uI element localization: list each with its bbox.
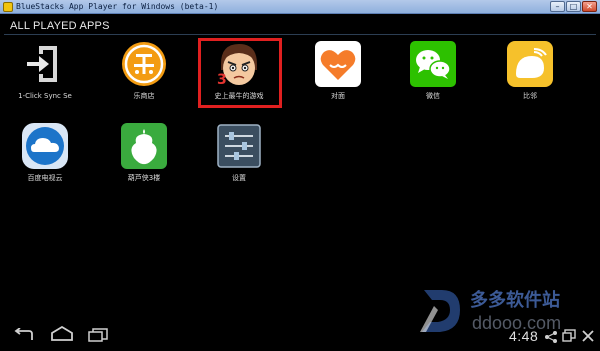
selection-highlight — [198, 38, 282, 108]
minimize-button[interactable]: – — [550, 1, 565, 12]
home-icon[interactable] — [50, 325, 74, 346]
sync-arrow-icon — [21, 40, 69, 88]
maximize-button[interactable]: □ — [566, 1, 581, 12]
app-label: 乐商店 — [133, 92, 155, 100]
app-huluxia[interactable]: 葫芦侠3楼 — [101, 122, 187, 183]
app-baidu-tv-cloud[interactable]: 百度电视云 — [2, 122, 88, 183]
app-settings[interactable]: 设置 — [196, 122, 282, 183]
heart-chat-icon — [314, 40, 362, 88]
app-1click-sync[interactable]: 1-Click Sync Se — [2, 40, 88, 101]
app-label: 设置 — [232, 174, 246, 182]
wechat-icon — [409, 40, 457, 88]
bilin-icon — [506, 40, 554, 88]
navigation-bar: 4:48 — [0, 317, 600, 351]
close-icon[interactable] — [582, 327, 594, 346]
baidu-cloud-icon — [21, 122, 69, 170]
app-label: 百度电视云 — [27, 174, 63, 182]
window-title-bar: BlueStacks App Player for Windows (beta-… — [0, 0, 600, 14]
screen-icon[interactable] — [562, 327, 576, 346]
app-bilin[interactable]: 比邻 — [487, 40, 573, 101]
close-window-button[interactable]: ✕ — [582, 1, 597, 12]
gourd-icon — [120, 122, 168, 170]
bluestacks-app-icon — [3, 2, 13, 12]
app-label: 微信 — [426, 92, 440, 100]
recents-icon[interactable] — [88, 327, 108, 346]
section-divider — [4, 34, 596, 35]
window-title: BlueStacks App Player for Windows (beta-… — [16, 2, 219, 11]
status-clock: 4:48 — [509, 328, 539, 344]
back-icon[interactable] — [12, 327, 34, 346]
app-duimian[interactable]: 对面 — [295, 40, 381, 101]
app-label: 比邻 — [523, 92, 537, 100]
android-screen: ALL PLAYED APPS 1-Click Sync Se 乐商店 3 史上… — [0, 14, 600, 351]
section-title: ALL PLAYED APPS — [10, 20, 110, 32]
app-le-store[interactable]: 乐商店 — [101, 40, 187, 101]
app-label: 对面 — [331, 92, 345, 100]
app-label: 葫芦侠3楼 — [127, 174, 161, 182]
app-label: 1-Click Sync Se — [18, 92, 72, 100]
settings-sliders-icon — [215, 122, 263, 170]
share-icon[interactable] — [545, 328, 557, 347]
le-store-icon — [120, 40, 168, 88]
app-wechat[interactable]: 微信 — [390, 40, 476, 101]
